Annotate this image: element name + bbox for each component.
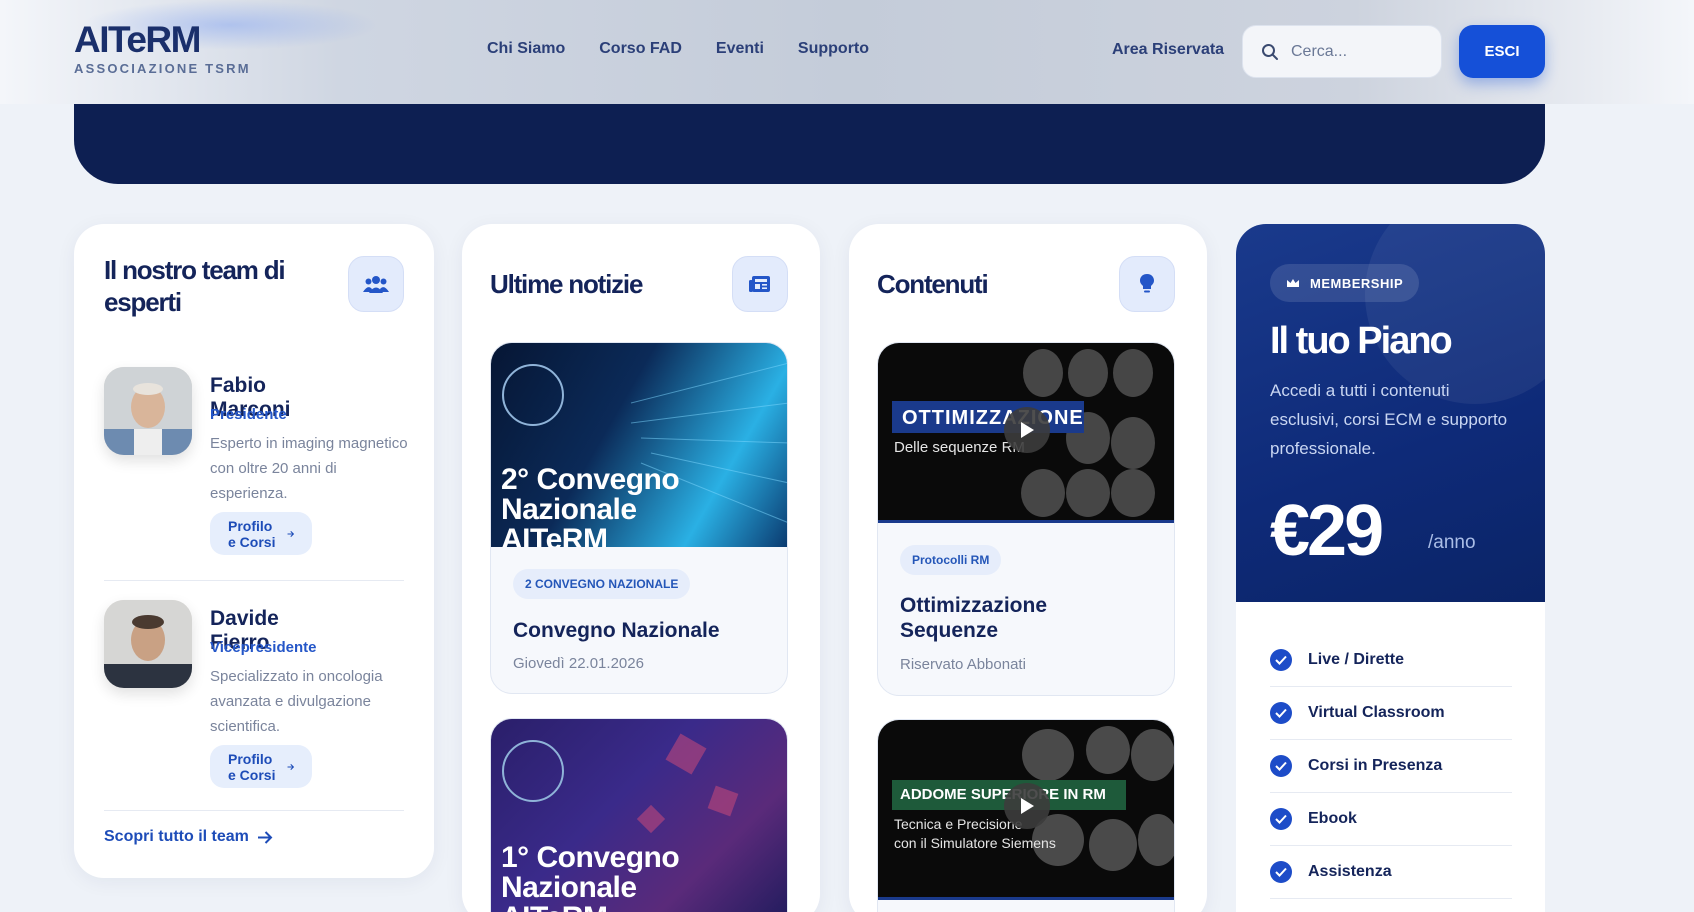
membership-badge-label: MEMBERSHIP <box>1310 275 1404 291</box>
news-image-line3: AITeRM <box>501 903 608 912</box>
news-item-title: Convegno Nazionale <box>513 619 720 642</box>
plan-price: €29 <box>1270 491 1384 571</box>
divider <box>104 810 404 811</box>
nav-corso-fad[interactable]: Corso FAD <box>599 40 682 58</box>
news-item[interactable]: 1° Convegno Nazionale AITeRM <box>490 718 788 912</box>
plan-feature: Assistenza <box>1270 846 1512 899</box>
check-icon <box>1270 755 1292 777</box>
plan-feature-label: Live / Dirette <box>1308 651 1405 668</box>
content-tag: Protocolli RM <box>900 545 1002 575</box>
nav-supporto[interactable]: Supporto <box>798 40 869 58</box>
profile-courses-label: Profilo e Corsi <box>228 750 276 783</box>
plan-feature: Virtual Classroom <box>1270 687 1512 740</box>
lightbulb-icon <box>1119 256 1175 312</box>
news-image-line1: 2° Convegno <box>501 463 680 496</box>
profile-courses-button[interactable]: Profilo e Corsi <box>210 745 313 788</box>
plan-feature: Ebook <box>1270 793 1512 846</box>
content-image-sub2: con il Simulatore Siemens <box>894 835 1056 851</box>
news-item-date: Giovedì 22.01.2026 <box>513 655 644 672</box>
profile-courses-label: Profilo e Corsi <box>228 517 276 550</box>
check-icon <box>1270 649 1292 671</box>
play-button[interactable] <box>1004 407 1050 453</box>
arrow-right-icon <box>287 763 295 770</box>
plan-feature-label: Assistenza <box>1308 863 1392 880</box>
content-item[interactable]: OTTIMIZZAZIONE Delle sequenze RM Protoco… <box>877 342 1175 696</box>
member-description: Specializzato in oncologia avanzata e di… <box>210 668 383 735</box>
plan-header: MEMBERSHIP Il tuo Piano Accedi a tutti i… <box>1236 224 1545 602</box>
logo[interactable]: AITeRM ASSOCIAZIONE TSRM <box>74 18 251 76</box>
plan-feature-label: Ebook <box>1308 810 1357 827</box>
search-box[interactable] <box>1242 25 1442 78</box>
member-description: Esperto in imaging magnetico con oltre 2… <box>210 435 408 502</box>
content-image-title: OTTIMIZZAZIONE <box>902 407 1084 429</box>
nav-eventi[interactable]: Eventi <box>716 40 764 58</box>
content-item-title: Ottimizzazione Sequenze <box>900 594 1048 642</box>
logout-button[interactable]: ESCI <box>1459 25 1545 78</box>
logo-subtitle: ASSOCIAZIONE TSRM <box>74 61 251 76</box>
check-icon <box>1270 702 1292 724</box>
area-riservata-link[interactable]: Area Riservata <box>1112 41 1224 59</box>
team-card: Il nostro team di esperti Fabio Marconi … <box>74 224 434 878</box>
content-item-meta: Riservato Abbonati <box>900 656 1026 673</box>
top-header: AITeRM ASSOCIAZIONE TSRM Chi Siamo Corso… <box>0 0 1694 104</box>
search-icon <box>1262 43 1278 60</box>
check-icon <box>1270 808 1292 830</box>
content-title: Contenuti <box>877 269 989 299</box>
profile-courses-button[interactable]: Profilo e Corsi <box>210 512 313 555</box>
news-image-line1: 1° Convegno <box>501 841 680 874</box>
content-card: Contenuti OTTIMIZZAZIONE Delle sequenze … <box>849 224 1207 912</box>
main-nav: Chi Siamo Corso FAD Eventi Supporto <box>487 40 869 58</box>
plan-title: Il tuo Piano <box>1270 320 1453 362</box>
plan-feature: Live / Dirette <box>1270 634 1512 687</box>
plan-feature-label: Virtual Classroom <box>1308 704 1445 721</box>
play-icon <box>1021 422 1034 438</box>
news-title: Ultime notizie <box>490 269 643 299</box>
search-input[interactable] <box>1291 42 1431 61</box>
divider <box>104 580 404 581</box>
plan-feature: Corsi in Presenza <box>1270 740 1512 793</box>
plan-period: /anno <box>1428 532 1476 553</box>
see-all-team-label: Scopri tutto il team <box>104 828 249 845</box>
newspaper-icon <box>732 256 788 312</box>
arrow-right-icon <box>257 830 273 844</box>
news-tag: 2 CONVEGNO NAZIONALE <box>513 569 691 599</box>
content-image-sub: Delle sequenze RM <box>894 439 1025 456</box>
member-role: Vicepresidente <box>210 639 317 656</box>
membership-card: MEMBERSHIP Il tuo Piano Accedi a tutti i… <box>1236 224 1545 912</box>
plan-description: Accedi a tutti i contenuti esclusivi, co… <box>1270 381 1508 458</box>
arrow-right-icon <box>287 530 295 537</box>
team-icon <box>348 256 404 312</box>
crown-icon <box>1287 278 1299 287</box>
logo-title: AITeRM <box>74 19 201 60</box>
play-button[interactable] <box>1004 783 1050 829</box>
news-image-line3: AITeRM <box>501 523 608 548</box>
plan-feature-label: Corsi in Presenza <box>1308 757 1443 774</box>
avatar <box>104 600 192 688</box>
content-image-sub1: Tecnica e Precisione <box>894 816 1023 832</box>
news-image-line2: Nazionale <box>501 493 637 526</box>
content-image-title: ADDOME SUPERIORE IN RM <box>900 786 1106 803</box>
news-image-line2: Nazionale <box>501 871 637 904</box>
news-card: Ultime notizie 2° Convegno Nazionale AIT… <box>462 224 820 912</box>
team-title: Il nostro team di esperti <box>104 255 286 317</box>
content-image: OTTIMIZZAZIONE Delle sequenze RM <box>878 343 1174 523</box>
avatar <box>104 367 192 455</box>
member-role: Presidente <box>210 406 287 423</box>
check-icon <box>1270 861 1292 883</box>
news-image: 2° Convegno Nazionale AITeRM <box>491 343 787 547</box>
content-item[interactable]: ADDOME SUPERIORE IN RM Tecnica e Precisi… <box>877 719 1175 912</box>
news-item[interactable]: 2° Convegno Nazionale AITeRM 2 CONVEGNO … <box>490 342 788 694</box>
membership-badge: MEMBERSHIP <box>1270 264 1420 302</box>
news-image: 1° Convegno Nazionale AITeRM <box>491 719 787 912</box>
see-all-team-link[interactable]: Scopri tutto il team <box>104 828 273 846</box>
nav-chi-siamo[interactable]: Chi Siamo <box>487 40 565 58</box>
play-icon <box>1021 798 1034 814</box>
content-image: ADDOME SUPERIORE IN RM Tecnica e Precisi… <box>878 720 1174 900</box>
